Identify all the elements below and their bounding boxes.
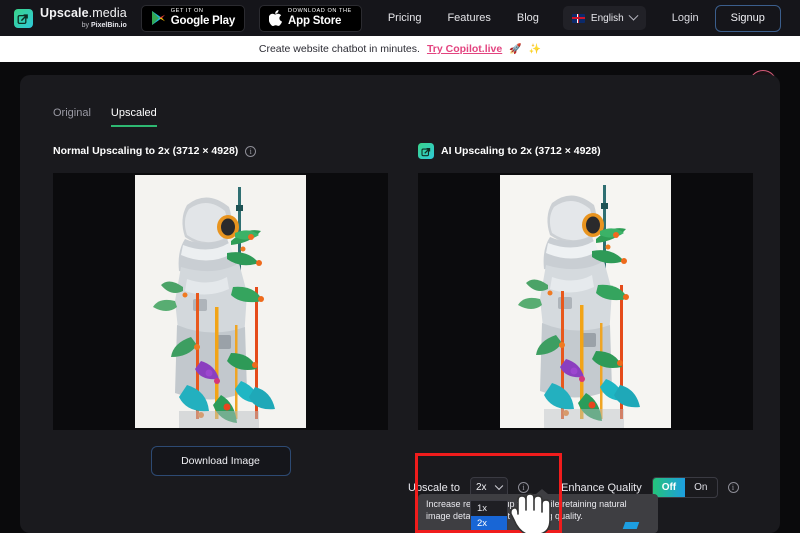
tooltip-accent: [622, 522, 640, 529]
pane-normal-upscaling: Normal Upscaling to 2x (3712 × 4928) i D…: [53, 141, 388, 476]
option-1x[interactable]: 1x: [471, 501, 507, 516]
pane-ai-upscaling: AI Upscaling to 2x (3712 × 4928): [418, 141, 753, 476]
quality-option-off[interactable]: Off: [652, 478, 686, 497]
enhance-quality-label: Enhance Quality: [560, 481, 642, 494]
main-nav: Pricing Features Blog: [388, 12, 539, 24]
app-store-button[interactable]: Download on the App Store: [259, 4, 362, 32]
language-label: English: [590, 12, 624, 24]
login-link[interactable]: Login: [672, 12, 699, 24]
logo-subtitle: by PixelBin.io: [81, 21, 127, 29]
ai-upscale-icon: [418, 143, 434, 159]
promo-banner: Create website chatbot in minutes. Try C…: [0, 36, 800, 62]
info-icon[interactable]: i: [727, 482, 739, 493]
signup-button[interactable]: Signup: [714, 4, 781, 32]
chevron-down-icon: [628, 10, 639, 21]
pane-normal-header: Normal Upscaling to 2x (3712 × 4928) i: [53, 141, 388, 161]
image-frame-normal: [53, 173, 388, 430]
ai-upscaled-artwork-robot-with-plants: [500, 175, 671, 428]
site-header: Upscale.media by PixelBin.io GET IT ON G…: [0, 0, 800, 36]
upscale-factor-options: 1x 2x 4x: [469, 500, 508, 533]
quality-option-on[interactable]: On: [685, 478, 716, 497]
image-frame-ai: [418, 173, 753, 430]
nav-blog[interactable]: Blog: [517, 12, 539, 24]
pane-ai-header: AI Upscaling to 2x (3712 × 4928): [418, 141, 753, 161]
upscaled-artwork-robot-with-plants: [135, 175, 306, 428]
option-2x[interactable]: 2x: [470, 516, 507, 531]
app-store-name: App Store: [288, 14, 342, 27]
pane-ai-title: AI Upscaling to 2x (3712 × 4928): [441, 145, 601, 157]
upscale-to-label: Upscale to: [408, 481, 460, 494]
download-image-button[interactable]: Download Image: [150, 446, 291, 476]
results-modal: Original Upscaled Normal Upscaling to 2x…: [20, 75, 780, 533]
apple-icon: [269, 10, 283, 26]
tab-original[interactable]: Original: [53, 107, 91, 127]
app-page: Upscale.media by PixelBin.io GET IT ON G…: [0, 0, 800, 533]
upscale-factor-value: 2x: [475, 482, 487, 493]
chevron-down-icon: [494, 481, 504, 490]
google-play-icon: [151, 10, 166, 26]
logo-title: Upscale.media: [40, 6, 127, 21]
pane-normal-title: Normal Upscaling to 2x (3712 × 4928): [53, 145, 239, 157]
info-icon[interactable]: i: [245, 145, 257, 157]
promo-text: Create website chatbot in minutes.: [258, 43, 420, 55]
google-play-name: Google Play: [170, 14, 236, 27]
mouse-cursor: [508, 490, 552, 533]
enhance-quality-toggle[interactable]: Off On: [651, 477, 718, 498]
nav-features[interactable]: Features: [447, 12, 490, 24]
uk-flag-icon: [571, 13, 585, 23]
rocket-icon: 🚀: [509, 43, 522, 55]
promo-link[interactable]: Try Copilot.live: [427, 43, 502, 55]
download-row: Download Image: [53, 446, 388, 476]
arrow-upscale-icon: [14, 8, 33, 28]
language-selector[interactable]: English: [562, 6, 646, 30]
tab-upscaled[interactable]: Upscaled: [110, 107, 157, 127]
nav-pricing[interactable]: Pricing: [388, 12, 422, 24]
result-tabs: Original Upscaled: [53, 107, 157, 127]
sparkle-icon: ✨: [528, 43, 542, 55]
comparison-panes: Normal Upscaling to 2x (3712 × 4928) i D…: [53, 141, 753, 476]
google-play-button[interactable]: GET IT ON Google Play: [140, 4, 246, 32]
site-logo[interactable]: Upscale.media by PixelBin.io: [14, 7, 127, 29]
